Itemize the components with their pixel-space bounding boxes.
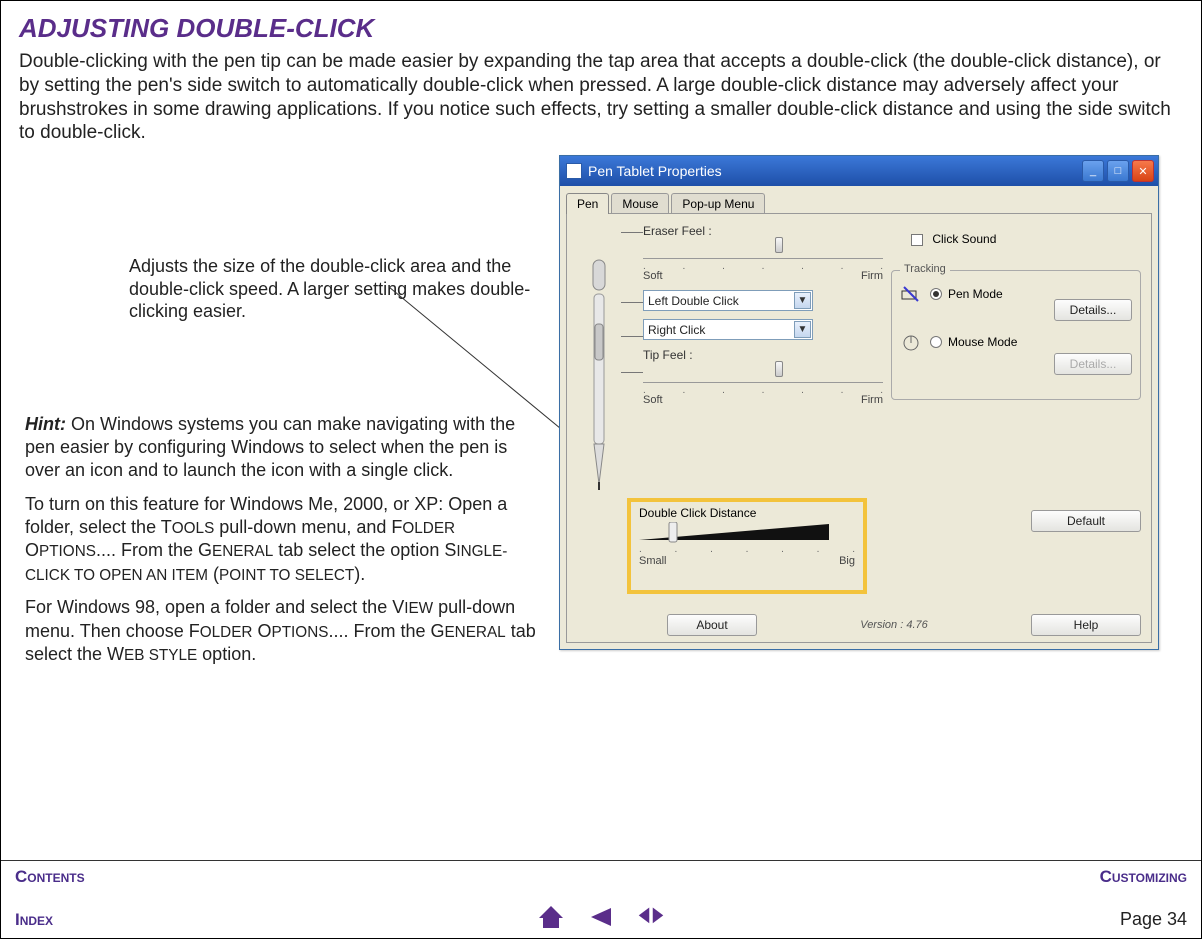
tracking-legend: Tracking <box>900 263 950 275</box>
app-icon <box>566 163 582 179</box>
chevron-down-icon: ▼ <box>794 321 811 338</box>
double-click-distance-group: Double Click Distance ....... SmallBig <box>627 498 867 594</box>
firm-label: Firm <box>861 270 883 282</box>
click-sound-checkbox[interactable] <box>911 234 923 246</box>
tab-body: Eraser Feel : ....... SoftFirm Left Doub… <box>566 213 1152 643</box>
dialog-window: Pen Tablet Properties _ □ ✕ Pen Mouse Po… <box>559 155 1159 650</box>
dcd-label: Double Click Distance <box>639 506 855 520</box>
hint-paragraph-1: Hint: On Windows systems you can make na… <box>25 413 539 483</box>
mouse-mode-icon <box>900 333 922 351</box>
lower-switch-combo[interactable]: Right Click ▼ <box>643 319 813 340</box>
big-label: Big <box>839 555 855 567</box>
mouse-mode-details-button: Details... <box>1054 353 1132 375</box>
pen-mode-label: Pen Mode <box>948 287 1003 301</box>
maximize-button[interactable]: □ <box>1107 160 1129 182</box>
click-sound-row[interactable]: Click Sound <box>891 232 1141 246</box>
page-number: Page 34 <box>1120 909 1187 930</box>
page-footer: Contents Customizing Index Page 34 <box>1 860 1201 938</box>
firm-label: Firm <box>861 394 883 406</box>
tab-popup-menu[interactable]: Pop-up Menu <box>671 193 765 214</box>
page-title: ADJUSTING DOUBLE-CLICK <box>1 1 1201 50</box>
callout-text: Adjusts the size of the double-click are… <box>129 255 539 323</box>
home-icon[interactable] <box>537 904 565 930</box>
hint-paragraph-2: To turn on this feature for Windows Me, … <box>25 493 539 587</box>
index-link[interactable]: Index <box>15 910 53 930</box>
default-button[interactable]: Default <box>1031 510 1141 532</box>
back-icon[interactable] <box>587 904 615 930</box>
pen-mode-details-button[interactable]: Details... <box>1054 299 1132 321</box>
about-button[interactable]: About <box>667 614 757 636</box>
customizing-link[interactable]: Customizing <box>1100 867 1187 887</box>
contents-link[interactable]: Contents <box>15 867 85 887</box>
window-title: Pen Tablet Properties <box>588 163 722 179</box>
eraser-feel-slider[interactable] <box>643 241 883 259</box>
tracking-fieldset: Tracking Pen Mode Details... <box>891 270 1141 400</box>
body-paragraph: Double-clicking with the pen tip can be … <box>1 50 1201 155</box>
close-button[interactable]: ✕ <box>1132 160 1154 182</box>
tab-mouse[interactable]: Mouse <box>611 193 669 214</box>
eraser-feel-label: Eraser Feel : <box>643 224 712 238</box>
minimize-button[interactable]: _ <box>1082 160 1104 182</box>
help-button[interactable]: Help <box>1031 614 1141 636</box>
mouse-mode-label: Mouse Mode <box>948 335 1017 349</box>
click-sound-label: Click Sound <box>932 232 996 246</box>
soft-label: Soft <box>643 270 663 282</box>
small-label: Small <box>639 555 667 567</box>
soft-label: Soft <box>643 394 663 406</box>
pen-mode-icon <box>900 285 922 303</box>
hint-paragraph-3: For Windows 98, open a folder and select… <box>25 596 539 666</box>
version-label: Version : 4.76 <box>757 619 1031 631</box>
tip-feel-slider[interactable] <box>643 365 883 383</box>
upper-switch-combo[interactable]: Left Double Click ▼ <box>643 290 813 311</box>
titlebar[interactable]: Pen Tablet Properties _ □ ✕ <box>560 156 1158 186</box>
mouse-mode-radio[interactable] <box>930 336 942 348</box>
prev-next-icon[interactable] <box>637 904 665 930</box>
tip-feel-label: Tip Feel : <box>643 348 693 362</box>
dcd-slider[interactable] <box>639 522 829 544</box>
chevron-down-icon: ▼ <box>794 292 811 309</box>
hint-label: Hint: <box>25 414 66 434</box>
pen-illustration <box>585 254 613 494</box>
tab-pen[interactable]: Pen <box>566 193 609 214</box>
pen-mode-radio[interactable] <box>930 288 942 300</box>
